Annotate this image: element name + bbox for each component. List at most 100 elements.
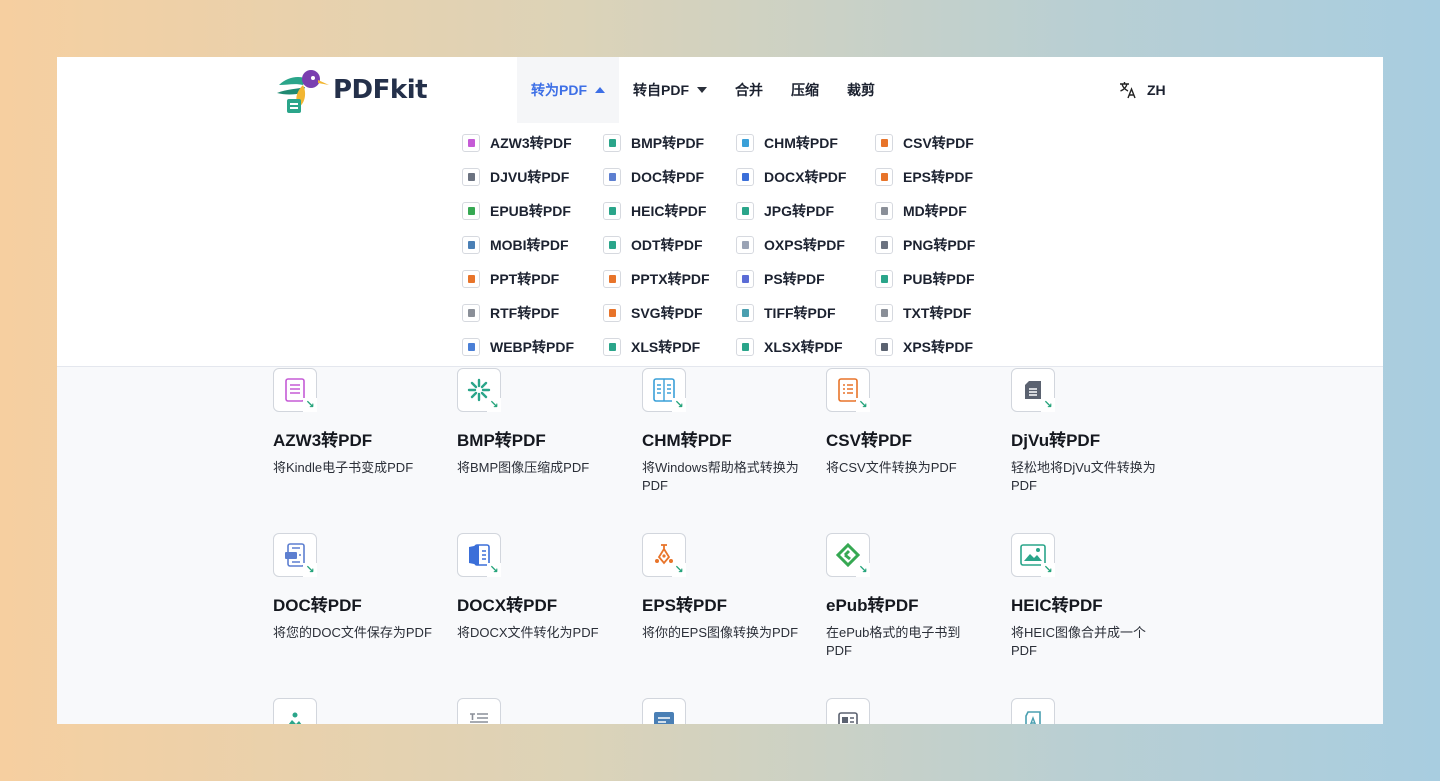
menu-item-pub[interactable]: PUB转PDF (875, 262, 975, 296)
menu-item-webp[interactable]: WEBP转PDF (462, 330, 574, 364)
menu-item-label: CHM转PDF (764, 135, 838, 151)
converter-grid: ↘ AZW3转PDF 将Kindle电子书变成PDF ↘ BMP转PDF 将BM… (57, 367, 1383, 724)
md-file-icon (875, 202, 893, 220)
menu-item-label: DJVU转PDF (490, 169, 570, 185)
menu-item-pptx[interactable]: PPTX转PDF (603, 262, 710, 296)
card-icon-frame: ↘ (1011, 533, 1055, 577)
dropdown-column-3: CHM转PDF DOCX转PDF JPG转PDF OXPS转PDF PS转PDF… (736, 126, 846, 364)
menu-item-label: TIFF转PDF (764, 305, 836, 321)
app-window: PDFkit 转为PDF 转自PDF 合并 压缩 裁剪 ZH AZW3转PDF … (57, 57, 1383, 724)
menu-item-png[interactable]: PNG转PDF (875, 228, 975, 262)
jpg-image-icon (288, 712, 302, 724)
menu-item-djvu[interactable]: DJVU转PDF (462, 160, 574, 194)
card-doc[interactable]: ↘ DOC转PDF 将您的DOC文件保存为PDF (273, 533, 443, 642)
card-icon-frame: ↘ (457, 368, 501, 412)
menu-item-ps[interactable]: PS转PDF (736, 262, 846, 296)
card-chm[interactable]: ↘ CHM转PDF 将Windows帮助格式转换为PDF (642, 368, 812, 495)
nav-to-pdf[interactable]: 转为PDF (517, 57, 619, 123)
menu-item-label: RTF转PDF (490, 305, 560, 321)
card-csv[interactable]: ↘ CSV转PDF 将CSV文件转换为PDF (826, 368, 996, 477)
menu-item-label: BMP转PDF (631, 135, 705, 151)
card-docx[interactable]: ↘ DOCX转PDF 将DOCX文件转化为PDF (457, 533, 627, 642)
menu-item-odt[interactable]: ODT转PDF (603, 228, 710, 262)
webp-file-icon (462, 338, 480, 356)
card-bmp[interactable]: ↘ BMP转PDF 将BMP图像压缩成PDF (457, 368, 627, 477)
card-jpg[interactable] (273, 698, 443, 724)
menu-item-xls[interactable]: XLS转PDF (603, 330, 710, 364)
card-icon-frame: ↘ (642, 533, 686, 577)
language-switcher[interactable]: ZH (1119, 57, 1166, 123)
menu-item-bmp[interactable]: BMP转PDF (603, 126, 710, 160)
nav-merge[interactable]: 合并 (721, 57, 777, 123)
dropdown-column-4: CSV转PDF EPS转PDF MD转PDF PNG转PDF PUB转PDF T… (875, 126, 975, 364)
menu-item-docx[interactable]: DOCX转PDF (736, 160, 846, 194)
menu-item-azw3[interactable]: AZW3转PDF (462, 126, 574, 160)
menu-item-mobi[interactable]: MOBI转PDF (462, 228, 574, 262)
arrow-down-right-icon: ↘ (303, 398, 317, 412)
eps-file-icon (875, 168, 893, 186)
card-title: DjVu转PDF (1011, 431, 1101, 450)
nav-compress[interactable]: 压缩 (777, 57, 833, 123)
hummingbird-logo-icon (277, 70, 329, 113)
card-md[interactable] (457, 698, 627, 724)
bmp-file-icon (603, 134, 621, 152)
card-odt[interactable] (826, 698, 996, 724)
menu-item-label: JPG转PDF (764, 203, 835, 219)
card-icon-frame: ↘ (273, 368, 317, 412)
pub-file-icon (875, 270, 893, 288)
card-oxps[interactable] (1011, 698, 1181, 724)
menu-item-oxps[interactable]: OXPS转PDF (736, 228, 846, 262)
card-description: 将Kindle电子书变成PDF (273, 460, 414, 475)
card-mobi[interactable] (642, 698, 812, 724)
card-eps[interactable]: ↘ EPS转PDF 将你的EPS图像转换为PDF (642, 533, 812, 642)
menu-item-label: PNG转PDF (903, 237, 976, 253)
menu-item-svg[interactable]: SVG转PDF (603, 296, 710, 330)
menu-item-xlsx[interactable]: XLSX转PDF (736, 330, 846, 364)
png-file-icon (875, 236, 893, 254)
nav-from-pdf[interactable]: 转自PDF (619, 57, 721, 123)
document-icon (1025, 381, 1041, 399)
card-title: CHM转PDF (642, 431, 732, 450)
top-header: PDFkit 转为PDF 转自PDF 合并 压缩 裁剪 ZH (57, 57, 1383, 123)
csv-file-icon (875, 134, 893, 152)
menu-item-label: TXT转PDF (903, 305, 972, 321)
card-icon-frame (273, 698, 317, 724)
menu-item-doc[interactable]: DOC转PDF (603, 160, 710, 194)
menu-item-txt[interactable]: TXT转PDF (875, 296, 975, 330)
menu-item-eps[interactable]: EPS转PDF (875, 160, 975, 194)
menu-item-label: XLS转PDF (631, 339, 701, 355)
card-djvu[interactable]: ↘ DjVu转PDF 轻松地将DjVu文件转换为PDF (1011, 368, 1181, 495)
xps-file-icon (875, 338, 893, 356)
arrow-down-right-icon: ↘ (672, 563, 686, 577)
card-heic[interactable]: ↘ HEIC转PDF 将HEIC图像合并成一个PDF (1011, 533, 1181, 660)
menu-item-heic[interactable]: HEIC转PDF (603, 194, 710, 228)
menu-item-label: ODT转PDF (631, 237, 703, 253)
menu-item-label: PUB转PDF (903, 271, 975, 287)
menu-item-tiff[interactable]: TIFF转PDF (736, 296, 846, 330)
menu-item-epub[interactable]: EPUB转PDF (462, 194, 574, 228)
menu-item-jpg[interactable]: JPG转PDF (736, 194, 846, 228)
card-icon-frame: ↘ (642, 368, 686, 412)
menu-item-xps[interactable]: XPS转PDF (875, 330, 975, 364)
card-description: 将BMP图像压缩成PDF (457, 460, 590, 475)
menu-item-label: EPS转PDF (903, 169, 974, 185)
menu-item-rtf[interactable]: RTF转PDF (462, 296, 574, 330)
brand-logo[interactable]: PDFkit (273, 63, 428, 117)
ppt-file-icon (462, 270, 480, 288)
menu-item-ppt[interactable]: PPT转PDF (462, 262, 574, 296)
card-epub[interactable]: ↘ ePub转PDF 在ePub格式的电子书到PDF (826, 533, 996, 660)
language-label: ZH (1147, 82, 1166, 98)
menu-item-md[interactable]: MD转PDF (875, 194, 975, 228)
menu-item-chm[interactable]: CHM转PDF (736, 126, 846, 160)
odt-icon (838, 712, 858, 724)
arrow-down-right-icon: ↘ (1041, 563, 1055, 577)
menu-item-csv[interactable]: CSV转PDF (875, 126, 975, 160)
card-icon-frame (826, 698, 870, 724)
card-icon-frame: ↘ (457, 533, 501, 577)
card-azw3[interactable]: ↘ AZW3转PDF 将Kindle电子书变成PDF (273, 368, 443, 477)
xls-file-icon (603, 338, 621, 356)
nav-crop[interactable]: 裁剪 (833, 57, 889, 123)
chm-file-icon (736, 134, 754, 152)
menu-item-label: AZW3转PDF (490, 135, 572, 151)
menu-item-label: EPUB转PDF (490, 203, 571, 219)
